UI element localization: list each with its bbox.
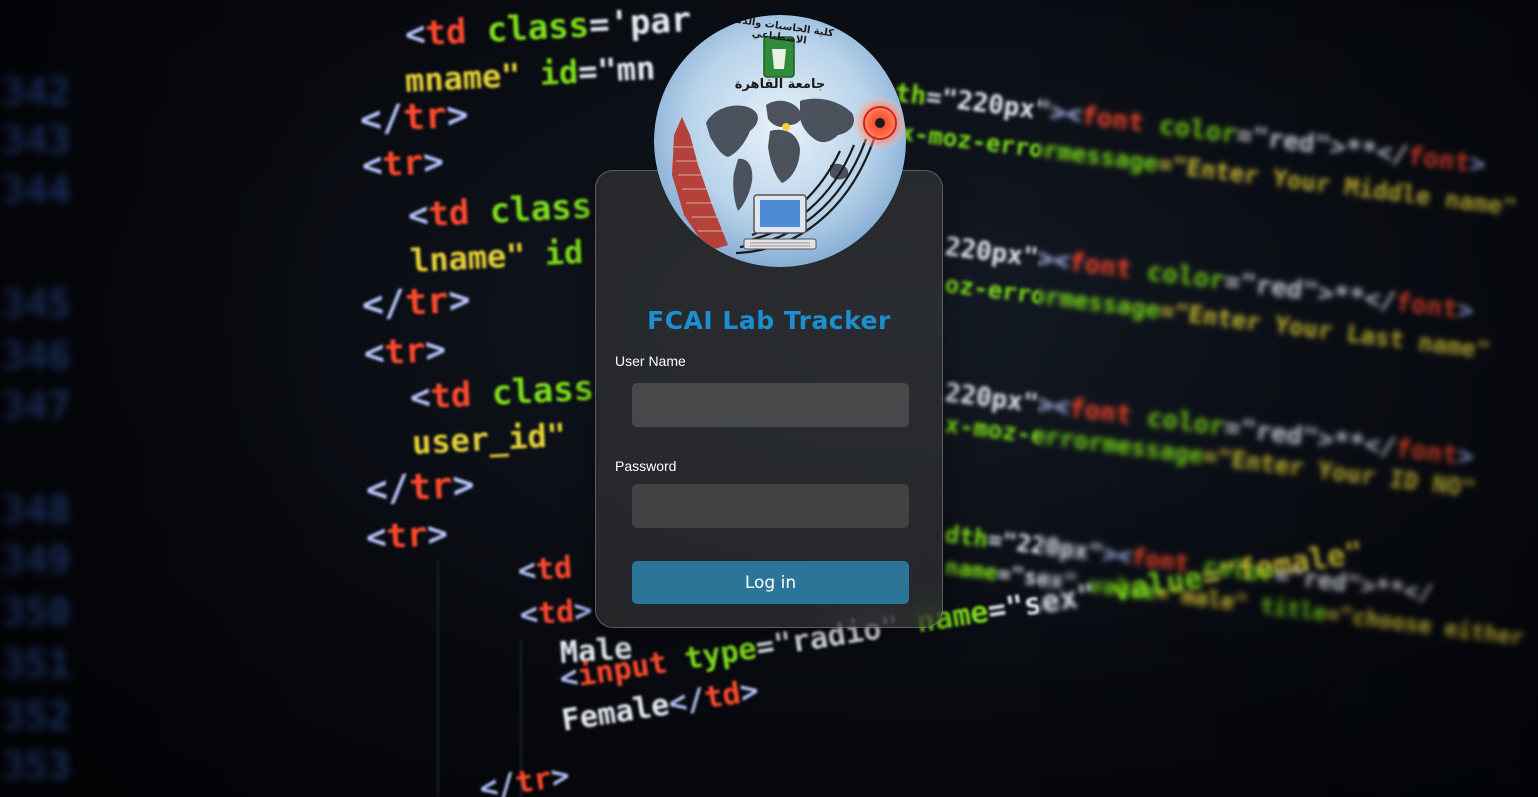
background-code-line: user_id" [411, 416, 567, 462]
faculty-logo-image [654, 15, 906, 267]
code-token: > [445, 94, 470, 137]
code-token: td [429, 373, 493, 417]
code-token: > [422, 141, 445, 183]
username-input[interactable] [632, 383, 909, 427]
username-label: User Name [615, 353, 686, 369]
code-token: class [485, 5, 591, 51]
background-code-line: <tr> [363, 330, 447, 374]
code-token: </ [358, 97, 405, 141]
code-token: 220px" [943, 232, 1041, 274]
logo-arabic-university-name: جامعة القاهرة [734, 77, 826, 92]
code-token: < [406, 194, 430, 236]
code-token: < [403, 13, 427, 55]
code-token: td [534, 550, 574, 588]
code-token: Female [559, 687, 672, 739]
login-button[interactable]: Log in [632, 561, 909, 604]
background-vignette-right [1038, 0, 1538, 797]
code-token: tr [402, 95, 448, 139]
background-code-line: </tr> [365, 464, 475, 511]
password-input[interactable] [632, 484, 909, 528]
code-token: > [424, 329, 447, 371]
code-token: mname" [404, 54, 541, 100]
code-token: id [543, 232, 585, 273]
app-title: FCAI Lab Tracker [647, 306, 891, 335]
background-code-line: <td class [409, 368, 595, 418]
background-code-line: <tr> [361, 142, 445, 186]
background-code-line: lname" id [409, 233, 584, 280]
code-token: id [538, 52, 580, 93]
background-vignette-left [0, 0, 340, 797]
code-token: td [536, 594, 576, 632]
code-token: ='par [587, 0, 693, 46]
background-code-line: <tr> [365, 514, 449, 558]
code-token: lname" [409, 234, 546, 280]
code-token: > [548, 758, 572, 796]
faculty-logo: كلية الحاسبات والذكاء الاصطناعي جامعة ال… [654, 15, 906, 267]
code-token: name [943, 555, 1000, 587]
code-token: ="mn [577, 48, 657, 91]
code-token: </ [666, 681, 708, 722]
code-token: > [426, 513, 449, 555]
background-code-line: </tr> [359, 94, 469, 141]
code-token: tr [381, 142, 425, 185]
code-token: < [362, 332, 386, 374]
code-token: type [682, 631, 759, 678]
code-token: </ [364, 467, 411, 511]
code-token: ="220px" [924, 81, 1053, 127]
background-code-line: <td class='par [404, 0, 692, 55]
code-token: tr [512, 760, 555, 797]
code-token: < [408, 376, 432, 418]
background-code-line: <td class [407, 186, 593, 236]
code-token: user_id" [411, 415, 567, 462]
code-token: </ [477, 766, 519, 797]
indent-guide [437, 560, 439, 797]
code-token: td [424, 10, 488, 54]
code-token: dth [943, 520, 990, 554]
code-token: class [488, 186, 594, 232]
code-token: < [360, 144, 384, 186]
code-token: class [490, 368, 596, 414]
background-code-line: </tr> [477, 758, 572, 797]
background-code-line: <td [517, 550, 573, 589]
code-token: tr [385, 514, 429, 557]
login-title: FCAI Lab Tracker [0, 306, 1538, 335]
code-token: tr [408, 465, 454, 509]
code-token: < [364, 516, 388, 558]
background-code-line: <td> [519, 593, 594, 633]
background-code-line: mname" id="mn [404, 49, 656, 100]
code-token: > [451, 464, 476, 507]
code-token: tr [383, 330, 427, 373]
password-label: Password [615, 458, 677, 474]
code-token: > [572, 593, 594, 630]
code-token: td [427, 191, 491, 235]
code-token: td [701, 675, 744, 717]
